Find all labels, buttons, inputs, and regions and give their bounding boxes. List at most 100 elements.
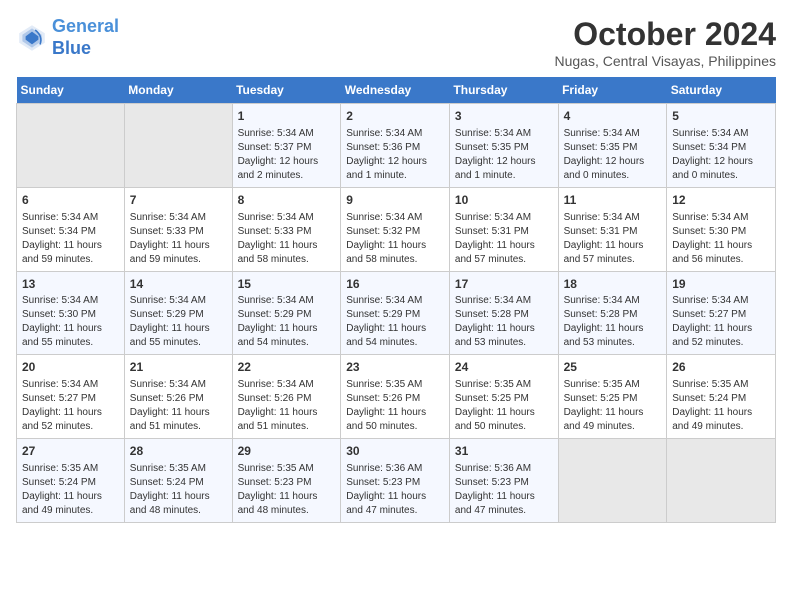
calendar-cell: 15 Sunrise: 5:34 AM Sunset: 5:29 PM Dayli… — [232, 271, 341, 355]
calendar-cell: 6 Sunrise: 5:34 AM Sunset: 5:34 PM Daylig… — [17, 187, 125, 271]
weekday-header-wednesday: Wednesday — [341, 77, 450, 104]
calendar-cell: 11 Sunrise: 5:34 AM Sunset: 5:31 PM Dayli… — [558, 187, 667, 271]
day-info: Sunrise: 5:34 AM Sunset: 5:34 PM Dayligh… — [22, 212, 102, 265]
day-number: 30 — [346, 443, 444, 460]
day-info: Sunrise: 5:34 AM Sunset: 5:31 PM Dayligh… — [455, 212, 535, 265]
calendar-cell: 29 Sunrise: 5:35 AM Sunset: 5:23 PM Dayli… — [232, 439, 341, 523]
day-number: 4 — [564, 108, 662, 125]
day-number: 9 — [346, 192, 444, 209]
day-number: 11 — [564, 192, 662, 209]
day-info: Sunrise: 5:34 AM Sunset: 5:37 PM Dayligh… — [238, 128, 319, 181]
calendar-cell: 2 Sunrise: 5:34 AM Sunset: 5:36 PM Daylig… — [341, 104, 450, 188]
day-info: Sunrise: 5:34 AM Sunset: 5:31 PM Dayligh… — [564, 212, 644, 265]
calendar-cell: 20 Sunrise: 5:34 AM Sunset: 5:27 PM Dayli… — [17, 355, 125, 439]
calendar-cell: 19 Sunrise: 5:34 AM Sunset: 5:27 PM Dayli… — [667, 271, 776, 355]
day-number: 2 — [346, 108, 444, 125]
day-number: 19 — [672, 276, 770, 293]
day-number: 26 — [672, 359, 770, 376]
calendar-cell: 17 Sunrise: 5:34 AM Sunset: 5:28 PM Dayli… — [449, 271, 558, 355]
day-info: Sunrise: 5:36 AM Sunset: 5:23 PM Dayligh… — [346, 463, 426, 516]
day-info: Sunrise: 5:34 AM Sunset: 5:27 PM Dayligh… — [22, 379, 102, 432]
day-info: Sunrise: 5:34 AM Sunset: 5:33 PM Dayligh… — [238, 212, 318, 265]
calendar-cell: 21 Sunrise: 5:34 AM Sunset: 5:26 PM Dayli… — [124, 355, 232, 439]
day-number: 27 — [22, 443, 119, 460]
day-info: Sunrise: 5:34 AM Sunset: 5:30 PM Dayligh… — [22, 295, 102, 348]
calendar-cell: 27 Sunrise: 5:35 AM Sunset: 5:24 PM Dayli… — [17, 439, 125, 523]
calendar-cell: 9 Sunrise: 5:34 AM Sunset: 5:32 PM Daylig… — [341, 187, 450, 271]
day-number: 6 — [22, 192, 119, 209]
calendar-cell: 28 Sunrise: 5:35 AM Sunset: 5:24 PM Dayli… — [124, 439, 232, 523]
calendar-cell: 4 Sunrise: 5:34 AM Sunset: 5:35 PM Daylig… — [558, 104, 667, 188]
calendar-cell — [558, 439, 667, 523]
calendar-cell: 13 Sunrise: 5:34 AM Sunset: 5:30 PM Dayli… — [17, 271, 125, 355]
weekday-header-monday: Monday — [124, 77, 232, 104]
day-info: Sunrise: 5:34 AM Sunset: 5:26 PM Dayligh… — [130, 379, 210, 432]
page-header: General Blue October 2024 Nugas, Central… — [16, 16, 776, 69]
day-number: 10 — [455, 192, 553, 209]
day-info: Sunrise: 5:34 AM Sunset: 5:36 PM Dayligh… — [346, 128, 427, 181]
weekday-header-friday: Friday — [558, 77, 667, 104]
day-number: 22 — [238, 359, 336, 376]
day-number: 20 — [22, 359, 119, 376]
day-info: Sunrise: 5:34 AM Sunset: 5:27 PM Dayligh… — [672, 295, 752, 348]
day-info: Sunrise: 5:35 AM Sunset: 5:23 PM Dayligh… — [238, 463, 318, 516]
day-number: 8 — [238, 192, 336, 209]
weekday-header-saturday: Saturday — [667, 77, 776, 104]
day-info: Sunrise: 5:35 AM Sunset: 5:24 PM Dayligh… — [672, 379, 752, 432]
calendar-cell: 3Sunrise: 5:34 AM Sunset: 5:35 PM Daylig… — [449, 104, 558, 188]
day-number: 24 — [455, 359, 553, 376]
day-number: 21 — [130, 359, 227, 376]
day-number: 1 — [238, 108, 336, 125]
logo-icon — [16, 22, 48, 54]
day-info: Sunrise: 5:34 AM Sunset: 5:35 PM Dayligh… — [564, 128, 645, 181]
day-info: Sunrise: 5:34 AM Sunset: 5:26 PM Dayligh… — [238, 379, 318, 432]
calendar-cell: 23Sunrise: 5:35 AM Sunset: 5:26 PM Dayli… — [341, 355, 450, 439]
day-number: 25 — [564, 359, 662, 376]
calendar-cell: 12Sunrise: 5:34 AM Sunset: 5:30 PM Dayli… — [667, 187, 776, 271]
day-number: 17 — [455, 276, 553, 293]
location: Nugas, Central Visayas, Philippines — [554, 53, 776, 69]
day-number: 7 — [130, 192, 227, 209]
calendar-cell: 5 Sunrise: 5:34 AM Sunset: 5:34 PM Daylig… — [667, 104, 776, 188]
calendar-cell: 1 Sunrise: 5:34 AM Sunset: 5:37 PM Daylig… — [232, 104, 341, 188]
day-info: Sunrise: 5:34 AM Sunset: 5:29 PM Dayligh… — [346, 295, 426, 348]
calendar-cell: 22 Sunrise: 5:34 AM Sunset: 5:26 PM Dayli… — [232, 355, 341, 439]
day-info: Sunrise: 5:34 AM Sunset: 5:28 PM Dayligh… — [564, 295, 644, 348]
calendar-cell: 25 Sunrise: 5:35 AM Sunset: 5:25 PM Dayli… — [558, 355, 667, 439]
day-info: Sunrise: 5:34 AM Sunset: 5:34 PM Dayligh… — [672, 128, 753, 181]
day-number: 13 — [22, 276, 119, 293]
weekday-header-thursday: Thursday — [449, 77, 558, 104]
day-info: Sunrise: 5:34 AM Sunset: 5:28 PM Dayligh… — [455, 295, 535, 348]
day-info: Sunrise: 5:35 AM Sunset: 5:24 PM Dayligh… — [130, 463, 210, 516]
day-number: 5 — [672, 108, 770, 125]
day-info: Sunrise: 5:34 AM Sunset: 5:29 PM Dayligh… — [238, 295, 318, 348]
calendar-cell: 24 Sunrise: 5:35 AM Sunset: 5:25 PM Dayli… — [449, 355, 558, 439]
day-info: Sunrise: 5:36 AM Sunset: 5:23 PM Dayligh… — [455, 463, 535, 516]
day-number: 18 — [564, 276, 662, 293]
calendar-cell: 30 Sunrise: 5:36 AM Sunset: 5:23 PM Dayli… — [341, 439, 450, 523]
weekday-header-tuesday: Tuesday — [232, 77, 341, 104]
calendar-cell: 31Sunrise: 5:36 AM Sunset: 5:23 PM Dayli… — [449, 439, 558, 523]
calendar-cell — [667, 439, 776, 523]
day-info: Sunrise: 5:34 AM Sunset: 5:30 PM Dayligh… — [672, 212, 752, 265]
day-info: Sunrise: 5:34 AM Sunset: 5:32 PM Dayligh… — [346, 212, 426, 265]
day-info: Sunrise: 5:34 AM Sunset: 5:33 PM Dayligh… — [130, 212, 210, 265]
day-info: Sunrise: 5:35 AM Sunset: 5:24 PM Dayligh… — [22, 463, 102, 516]
day-number: 15 — [238, 276, 336, 293]
calendar-cell: 10 Sunrise: 5:34 AM Sunset: 5:31 PM Dayli… — [449, 187, 558, 271]
calendar-cell: 16Sunrise: 5:34 AM Sunset: 5:29 PM Dayli… — [341, 271, 450, 355]
calendar-cell — [124, 104, 232, 188]
day-info: Sunrise: 5:34 AM Sunset: 5:29 PM Dayligh… — [130, 295, 210, 348]
day-number: 23 — [346, 359, 444, 376]
logo-text: General Blue — [52, 16, 119, 59]
calendar-cell: 18 Sunrise: 5:34 AM Sunset: 5:28 PM Dayli… — [558, 271, 667, 355]
calendar-cell: 26 Sunrise: 5:35 AM Sunset: 5:24 PM Dayli… — [667, 355, 776, 439]
day-number: 29 — [238, 443, 336, 460]
weekday-header-sunday: Sunday — [17, 77, 125, 104]
day-number: 28 — [130, 443, 227, 460]
day-number: 3 — [455, 108, 553, 125]
calendar-cell: 7 Sunrise: 5:34 AM Sunset: 5:33 PM Daylig… — [124, 187, 232, 271]
day-info: Sunrise: 5:35 AM Sunset: 5:25 PM Dayligh… — [455, 379, 535, 432]
calendar-table: SundayMondayTuesdayWednesdayThursdayFrid… — [16, 77, 776, 523]
day-info: Sunrise: 5:35 AM Sunset: 5:25 PM Dayligh… — [564, 379, 644, 432]
